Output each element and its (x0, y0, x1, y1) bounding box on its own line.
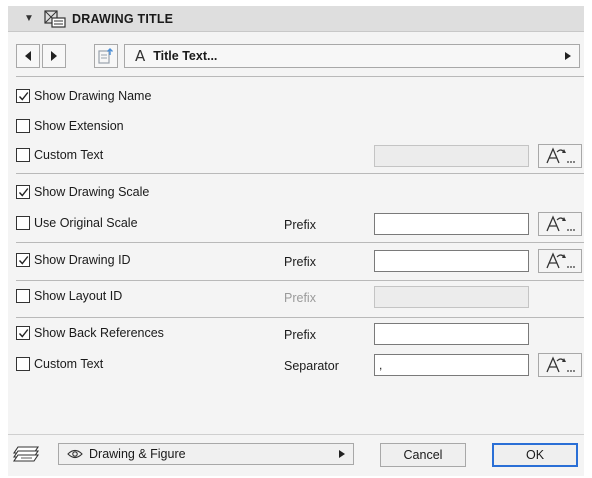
eye-icon (67, 449, 83, 459)
show-drawing-name-label: Show Drawing Name (34, 89, 152, 103)
separator (16, 242, 584, 243)
cancel-button[interactable]: Cancel (380, 443, 466, 467)
layer-label: Drawing & Figure (89, 447, 186, 461)
triangle-right-icon (565, 52, 571, 60)
drawing-title-panel: ▼ DRAWING TITLE A Title Text... Show Dra… (8, 6, 584, 476)
triangle-right-icon (339, 450, 345, 458)
custom-text-2-font-button[interactable] (538, 353, 582, 377)
custom-text-1-field[interactable] (374, 145, 529, 167)
show-back-references-prefix-field[interactable] (374, 323, 529, 345)
show-extension-checkbox[interactable] (16, 119, 30, 133)
row-custom-text-1: Custom Text (8, 144, 584, 168)
show-drawing-id-checkbox[interactable] (16, 253, 30, 267)
previous-button[interactable] (16, 44, 40, 68)
use-original-scale-prefix-label: Prefix (284, 218, 316, 232)
drawing-title-icon (44, 9, 66, 28)
show-drawing-id-label: Show Drawing ID (34, 253, 131, 267)
separator (16, 317, 584, 318)
pick-up-parameters-button[interactable] (94, 44, 118, 68)
triangle-down-icon[interactable]: ▼ (22, 13, 36, 24)
show-drawing-id-font-button[interactable] (538, 249, 582, 273)
use-original-scale-label: Use Original Scale (34, 216, 138, 230)
text-style-icon (546, 215, 575, 232)
row-show-drawing-id: Show Drawing ID Prefix (8, 249, 584, 273)
ok-button[interactable]: OK (492, 443, 578, 467)
text-style-icon (546, 356, 575, 373)
show-layout-id-label: Show Layout ID (34, 289, 123, 303)
text-style-icon (546, 147, 575, 164)
separator (16, 173, 584, 174)
panel-header[interactable]: ▼ DRAWING TITLE (8, 6, 584, 32)
show-back-references-checkbox[interactable] (16, 326, 30, 340)
show-layout-id-checkbox[interactable] (16, 289, 30, 303)
text-style-icon (546, 252, 575, 269)
show-drawing-id-prefix-field[interactable] (374, 250, 529, 272)
panel-title: DRAWING TITLE (72, 11, 174, 26)
checkmark-icon (18, 188, 29, 197)
show-back-references-label: Show Back References (34, 326, 164, 340)
arrow-left-icon (25, 51, 31, 61)
style-navigation-bar: A Title Text... (14, 44, 582, 68)
row-show-layout-id: Show Layout ID Prefix (8, 286, 584, 308)
separator-field[interactable]: , (374, 354, 529, 376)
checkmark-icon (18, 92, 29, 101)
separator (16, 280, 584, 281)
layer-icon (12, 446, 40, 462)
show-back-references-prefix-label: Prefix (284, 328, 316, 342)
font-a-icon: A (135, 47, 146, 65)
show-layout-id-prefix-label: Prefix (284, 291, 316, 305)
text-style-label: Title Text... (153, 49, 218, 63)
separator-label: Separator (284, 359, 339, 373)
show-drawing-scale-checkbox[interactable] (16, 185, 30, 199)
show-layout-id-prefix-field[interactable] (374, 286, 529, 308)
row-show-extension: Show Extension (8, 116, 584, 138)
arrow-right-icon (51, 51, 57, 61)
custom-text-1-checkbox[interactable] (16, 148, 30, 162)
custom-text-1-font-button[interactable] (538, 144, 582, 168)
show-drawing-id-prefix-label: Prefix (284, 255, 316, 269)
row-show-drawing-name: Show Drawing Name (8, 86, 584, 108)
separator (16, 76, 584, 77)
show-drawing-name-checkbox[interactable] (16, 89, 30, 103)
custom-text-2-checkbox[interactable] (16, 357, 30, 371)
custom-text-2-label: Custom Text (34, 357, 104, 371)
pick-up-parameters-icon (98, 48, 113, 64)
use-original-scale-prefix-field[interactable] (374, 213, 529, 235)
custom-text-1-label: Custom Text (34, 148, 104, 162)
checkmark-icon (18, 256, 29, 265)
row-custom-text-2: Custom Text Separator , (8, 353, 584, 377)
next-button[interactable] (42, 44, 66, 68)
row-use-original-scale: Use Original Scale Prefix (8, 212, 584, 236)
show-drawing-scale-label: Show Drawing Scale (34, 185, 150, 199)
checkmark-icon (18, 329, 29, 338)
footer-separator (8, 434, 584, 435)
use-original-scale-font-button[interactable] (538, 212, 582, 236)
row-show-back-references: Show Back References Prefix (8, 323, 584, 345)
layer-dropdown[interactable]: Drawing & Figure (58, 443, 354, 465)
show-extension-label: Show Extension (34, 119, 124, 133)
row-show-drawing-scale: Show Drawing Scale (8, 182, 584, 204)
text-style-selector[interactable]: A Title Text... (124, 44, 580, 68)
use-original-scale-checkbox[interactable] (16, 216, 30, 230)
